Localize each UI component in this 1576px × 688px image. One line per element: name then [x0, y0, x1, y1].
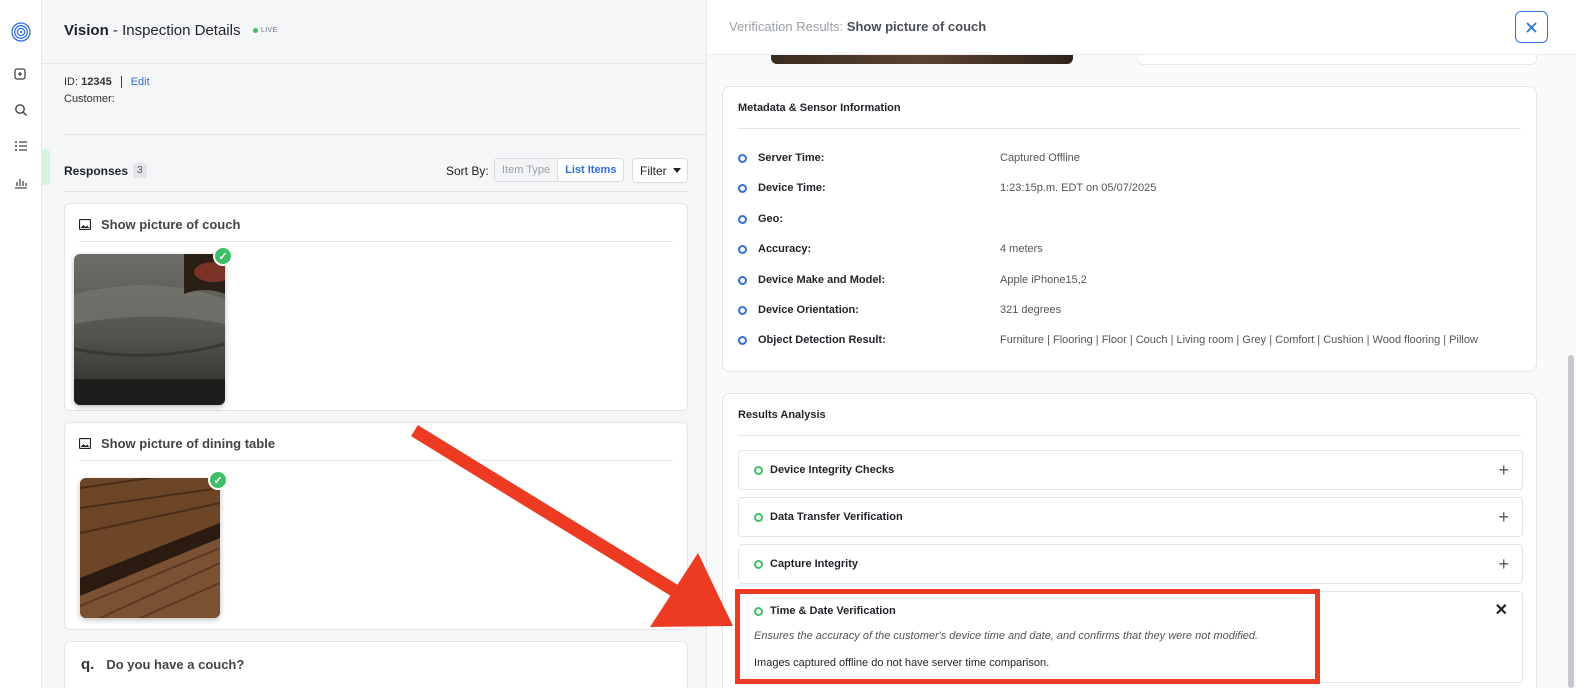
bullet-ring-icon	[738, 275, 747, 285]
filter-dropdown[interactable]: Filter	[632, 158, 688, 183]
accordion-note: Images captured offline do not have serv…	[754, 657, 1050, 669]
divider	[79, 460, 673, 461]
bullet-ring-icon	[738, 335, 747, 345]
metadata-heading: Metadata & Sensor Information	[738, 102, 901, 114]
expand-plus-icon[interactable]: +	[1498, 555, 1509, 573]
accordion-time-date[interactable]: Time & Date Verification ✕ Ensures the a…	[738, 591, 1523, 683]
accordion-description: Ensures the accuracy of the customer's d…	[754, 630, 1259, 642]
responses-heading: Responses 3	[64, 163, 147, 178]
close-icon	[1526, 21, 1537, 33]
status-ring-icon	[754, 607, 763, 616]
response-card-dining-table[interactable]: Show picture of dining table ✓	[64, 422, 688, 630]
status-ring-icon	[754, 466, 763, 475]
divider	[738, 128, 1521, 129]
response-title: Show picture of dining table	[79, 436, 275, 451]
image-icon	[79, 219, 91, 230]
search-icon[interactable]	[11, 100, 31, 120]
accordion-data-transfer[interactable]: Data Transfer Verification +	[738, 497, 1523, 537]
metadata-row: Device Time: 1:23:15p.m. EDT on 05/07/202…	[738, 180, 1156, 196]
divider	[64, 134, 710, 135]
response-card-couch[interactable]: Show picture of couch ✓	[64, 203, 688, 411]
bullet-ring-icon	[738, 183, 747, 193]
bullet-ring-icon	[738, 153, 747, 163]
verified-check-icon: ✓	[213, 246, 233, 266]
status-ring-icon	[754, 513, 763, 522]
collapse-close-icon[interactable]: ✕	[1495, 603, 1508, 619]
verified-check-icon: ✓	[208, 470, 228, 490]
preview-card	[1137, 55, 1537, 65]
metadata-row: Accuracy: 4 meters	[738, 241, 1043, 257]
responses-count-badge: 3	[133, 163, 147, 178]
page-header: Vision - Inspection Details LIVE	[42, 0, 710, 64]
live-badge: LIVE	[253, 27, 277, 34]
dining-table-photo[interactable]	[80, 478, 220, 618]
id-separator	[120, 76, 122, 88]
results-analysis-heading: Results Analysis	[738, 409, 826, 421]
inspection-id: ID: 12345 Edit	[64, 76, 150, 88]
divider	[64, 191, 688, 192]
inspection-main: Vision - Inspection Details LIVE ID: 123…	[42, 0, 710, 688]
caret-down-icon	[672, 168, 681, 173]
expand-plus-icon[interactable]: +	[1498, 508, 1509, 526]
page-title: Vision - Inspection Details	[64, 22, 241, 39]
panel-header: Verification Results: Show picture of co…	[707, 0, 1576, 55]
list-icon[interactable]	[11, 136, 31, 156]
analytics-icon[interactable]	[11, 172, 31, 192]
bullet-ring-icon	[738, 305, 747, 315]
panel-title: Verification Results: Show picture of co…	[729, 19, 987, 34]
accordion-device-integrity[interactable]: Device Integrity Checks +	[738, 450, 1523, 490]
bullet-ring-icon	[738, 244, 747, 254]
active-indicator	[42, 149, 50, 185]
close-panel-button[interactable]	[1515, 11, 1548, 43]
sort-item-type-button[interactable]: Item Type	[495, 159, 559, 181]
couch-photo[interactable]	[74, 254, 225, 405]
edit-link[interactable]: Edit	[131, 76, 150, 88]
divider	[738, 435, 1521, 436]
divider	[79, 241, 673, 242]
response-card-question[interactable]: q. Do you have a couch?	[64, 641, 688, 688]
status-ring-icon	[754, 560, 763, 569]
metadata-row: Object Detection Result: Furniture | Floo…	[738, 332, 1478, 348]
bullet-ring-icon	[738, 214, 747, 224]
response-title: Show picture of couch	[79, 217, 240, 232]
metadata-row: Server Time: Captured Offline	[738, 150, 1080, 166]
question-icon: q.	[81, 656, 95, 673]
photo-preview	[771, 55, 1073, 64]
response-title: q. Do you have a couch?	[81, 656, 245, 673]
verification-panel: Verification Results: Show picture of co…	[706, 0, 1576, 688]
icon-rail	[0, 0, 42, 688]
expand-plus-icon[interactable]: +	[1498, 461, 1509, 479]
sort-toggle: Item Type List Items	[494, 158, 625, 182]
live-dot-icon	[253, 28, 258, 33]
image-icon	[79, 438, 91, 449]
metadata-row: Device Make and Model: Apple iPhone15,2	[738, 272, 1087, 288]
accordion-capture-integrity[interactable]: Capture Integrity +	[738, 544, 1523, 584]
panel-scrollbar[interactable]	[1568, 355, 1574, 688]
new-inspection-icon[interactable]	[11, 65, 31, 85]
metadata-section: Metadata & Sensor Information Server Tim…	[722, 86, 1537, 372]
customer-label: Customer:	[64, 93, 115, 105]
metadata-row: Geo:	[738, 211, 1000, 227]
fingerprint-logo-icon[interactable]	[11, 22, 31, 42]
sort-list-items-button[interactable]: List Items	[558, 159, 623, 181]
metadata-row: Device Orientation: 321 degrees	[738, 302, 1061, 318]
sort-label: Sort By:	[446, 164, 489, 178]
results-analysis-section: Results Analysis Device Integrity Checks…	[722, 393, 1537, 688]
